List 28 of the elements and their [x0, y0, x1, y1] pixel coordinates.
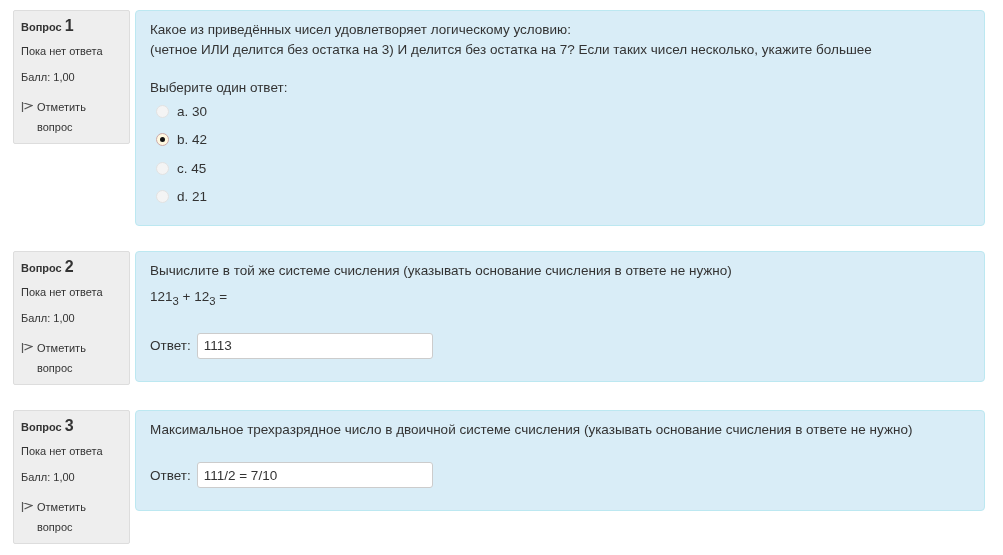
flag-icon[interactable]: [21, 501, 33, 513]
radio-button[interactable]: [156, 133, 169, 147]
answer-prompt: Выберите один ответ:: [150, 80, 289, 95]
answer-field[interactable]: 1113: [196, 332, 433, 359]
question-number: Вопрос 3: [21, 417, 75, 435]
question-number: Вопрос 2: [21, 258, 75, 276]
question-grade: Балл: 1,00: [21, 312, 76, 324]
option-label[interactable]: b. 42: [177, 132, 208, 148]
answer-field[interactable]: 111/2 = 7/10: [196, 462, 433, 488]
option-label[interactable]: c. 45: [177, 160, 207, 176]
question-grade: Балл: 1,00: [21, 71, 76, 83]
answer-label: Ответ:: [150, 338, 191, 354]
question-text: Какое из приведённых чисел удовлетворяет логическому условию: (четное ИЛИ делится без остатка на 3) И делится без остатка на 7? Если таких чисел несколько, укажите большее: [150, 21, 873, 59]
option-label[interactable]: a. 30: [177, 103, 208, 119]
question-number: Вопрос 1: [21, 17, 75, 35]
question-status: Пока нет ответа: [21, 45, 104, 57]
answer-label: Ответ:: [150, 467, 191, 483]
question-status: Пока нет ответа: [21, 286, 104, 298]
flag-question-link[interactable]: Отметить вопрос: [37, 97, 107, 137]
flag-icon[interactable]: [21, 342, 33, 354]
flag-question-link[interactable]: Отметить вопрос: [37, 497, 107, 537]
question-text: Максимальное трехразрядное число в двоичной системе счисления (указывать основание счисления в ответе не нужно): [150, 421, 914, 439]
question-grade: Балл: 1,00: [21, 471, 76, 483]
question-status: Пока нет ответа: [21, 445, 104, 457]
flag-question-link[interactable]: Отметить вопрос: [37, 338, 107, 378]
option-label[interactable]: d. 21: [177, 189, 208, 205]
question-text: Вычислите в той же системе счисления (указывать основание счисления в ответе не нужно) 121$_{3}$ + 12$_{3}$ =: [150, 262, 733, 309]
flag-icon[interactable]: [21, 101, 33, 113]
